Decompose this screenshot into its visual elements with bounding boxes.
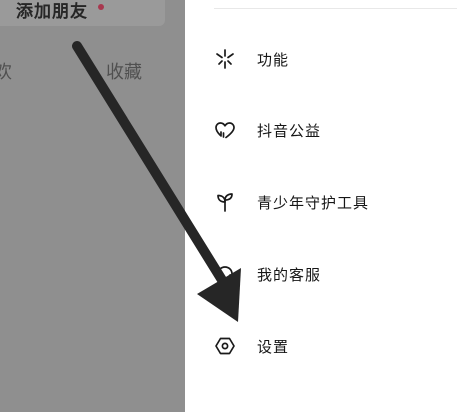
drawer-divider [214, 8, 457, 9]
add-friend-label: 添加朋友 [16, 2, 88, 22]
menu-item-customer-service[interactable]: 我的客服 [213, 256, 443, 292]
sprout-icon [213, 190, 237, 214]
menu-item-features[interactable]: 功能 [213, 41, 443, 77]
menu-item-label: 青少年守护工具 [257, 193, 370, 212]
tab-favorites[interactable]: 收藏 [106, 58, 142, 84]
menu-item-label: 设置 [257, 337, 290, 356]
side-drawer: 功能 抖音公益 青少年守护工具 我的客服 设置 [185, 0, 457, 412]
menu-item-teen-protection[interactable]: 青少年守护工具 [213, 184, 443, 220]
menu-item-label: 抖音公益 [257, 121, 322, 140]
sparkle-icon [213, 47, 237, 71]
headset-icon [213, 262, 237, 286]
menu-item-label: 我的客服 [257, 265, 322, 284]
dimmed-profile-page[interactable]: 添加朋友 欢 收藏 [0, 0, 185, 412]
menu-item-charity[interactable]: 抖音公益 [213, 112, 443, 148]
heart-charity-icon [213, 118, 237, 142]
tab-likes[interactable]: 欢 [0, 58, 12, 84]
notification-dot [98, 4, 104, 10]
menu-item-settings[interactable]: 设置 [213, 328, 443, 364]
settings-hexagon-icon [213, 334, 237, 358]
menu-item-label: 功能 [257, 50, 290, 69]
